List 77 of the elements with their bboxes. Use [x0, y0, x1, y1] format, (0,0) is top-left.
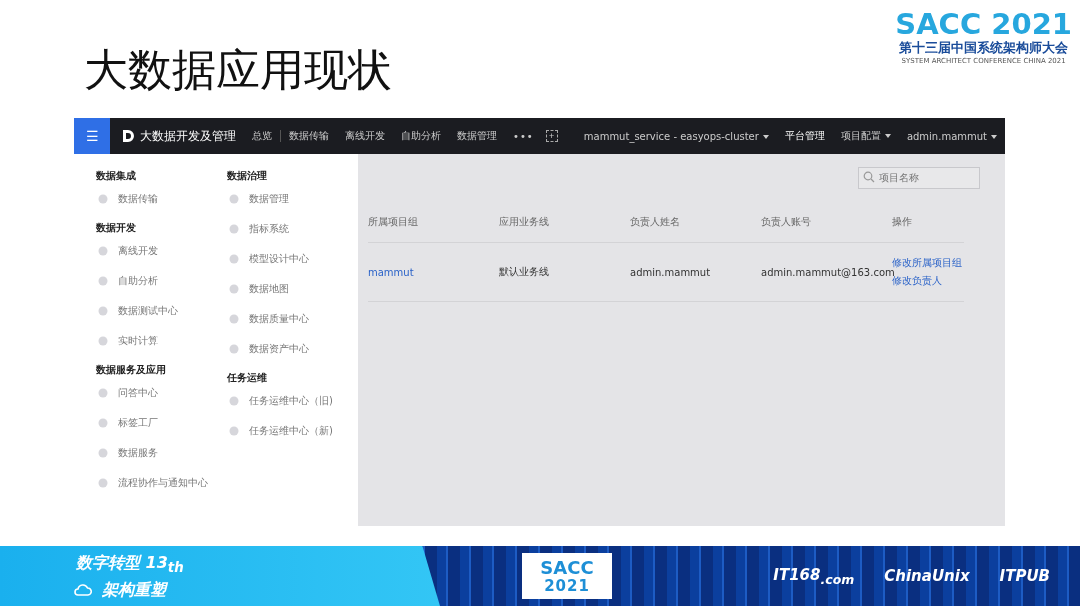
brand-name: 大数据开发及管理	[140, 127, 236, 145]
table-cell: admin.mammut	[630, 266, 711, 278]
circle-icon	[98, 478, 108, 488]
circle-icon	[98, 306, 108, 316]
menu-item[interactable]: 离线开发	[96, 236, 227, 266]
badge-name: SACC	[540, 557, 594, 578]
project-group-link[interactable]: mammut	[368, 266, 414, 278]
nav-link[interactable]: 平台管理	[776, 129, 833, 143]
menu-item[interactable]: 模型设计中心	[227, 244, 358, 274]
menu-group-title: 数据治理	[227, 169, 268, 183]
column-header: 操作	[892, 215, 913, 229]
circle-icon	[98, 246, 108, 256]
menu-item[interactable]: 数据传输	[96, 184, 227, 214]
circle-icon	[98, 418, 108, 428]
sponsor-logo-text: ITPUB	[999, 567, 1050, 585]
caret-icon	[762, 134, 769, 139]
menu-group-title: 任务运维	[227, 371, 268, 385]
circle-icon	[229, 254, 239, 264]
menu-item[interactable]: 标签工厂	[96, 408, 227, 438]
brand-logo-icon	[120, 128, 136, 144]
menu-item[interactable]: 数据服务	[96, 438, 227, 468]
slide-title: 大数据应用现状	[84, 43, 392, 97]
circle-icon	[98, 448, 108, 458]
menu-button[interactable]: ☰	[74, 118, 110, 154]
circle-icon	[98, 194, 108, 204]
table-cell: admin.mammut@163.com	[761, 266, 895, 278]
menu-item[interactable]: 实时计算	[96, 326, 227, 356]
search-field[interactable]: 项目名称	[858, 166, 980, 189]
menu-item[interactable]: 流程协作与通知中心	[96, 468, 227, 498]
menu-item[interactable]: 问答中心	[96, 378, 227, 408]
menu-group-title: 数据服务及应用	[96, 363, 167, 377]
table-cell: 默认业务线	[499, 266, 549, 277]
menu-group-title: 数据开发	[96, 221, 137, 235]
circle-icon	[229, 224, 239, 234]
circle-icon	[229, 426, 239, 436]
sponsor-logo-text: ChinaUnix	[884, 567, 970, 585]
circle-icon	[229, 194, 239, 204]
menu-item[interactable]: 数据测试中心	[96, 296, 227, 326]
menu-group-title: 数据集成	[96, 169, 137, 183]
cloud-icon	[74, 583, 92, 598]
nav-tab[interactable]: 离线开发	[337, 129, 393, 143]
nav-tab[interactable]: 数据传输	[281, 129, 337, 143]
action-link[interactable]: 修改所属项目组	[892, 256, 964, 270]
add-button[interactable]: +	[545, 130, 558, 142]
nav-dropdown[interactable]: 项目配置	[832, 129, 899, 143]
column-header: 应用业务线	[499, 215, 550, 229]
nav-dropdown[interactable]: admin.mammut	[898, 130, 1005, 142]
menu-item[interactable]: 任务运维中心（旧)	[227, 386, 358, 416]
menu-item[interactable]: 数据质量中心	[227, 304, 358, 334]
circle-icon	[98, 388, 108, 398]
conference-subtitle: 第十三届中国系统架构师大会	[899, 40, 1069, 56]
badge-year: 2021	[544, 577, 590, 595]
circle-icon	[229, 344, 239, 354]
cluster-dropdown[interactable]: mammut_service - easyops-cluster	[575, 130, 777, 142]
column-header: 所属项目组	[368, 215, 419, 229]
menu-item[interactable]: 数据资产中心	[227, 334, 358, 364]
sponsor-logo-text: IT168$_{.com}$	[773, 565, 855, 587]
circle-icon	[229, 284, 239, 294]
circle-icon	[229, 396, 239, 406]
slogan-text: 数字转型 13$_{th}$	[76, 552, 185, 578]
column-header: 负责人账号	[761, 215, 812, 229]
menu-item[interactable]: 数据地图	[227, 274, 358, 304]
slogan-text: 架构重塑	[102, 579, 166, 602]
action-link[interactable]: 修改负责人	[892, 274, 964, 288]
circle-icon	[98, 336, 108, 346]
circle-icon	[229, 314, 239, 324]
menu-item[interactable]: 指标系统	[227, 214, 358, 244]
nav-tab[interactable]: 自助分析	[393, 129, 449, 143]
menu-item[interactable]: 数据管理	[227, 184, 358, 214]
more-button[interactable]: •••	[505, 130, 542, 142]
circle-icon	[98, 276, 108, 286]
column-header: 负责人姓名	[630, 215, 681, 229]
menu-item[interactable]: 任务运维中心（新)	[227, 416, 358, 446]
conference-logo-text: SACC 2021	[895, 8, 1072, 40]
nav-tab[interactable]: 数据管理	[449, 129, 505, 143]
menu-item[interactable]: 自助分析	[96, 266, 227, 296]
nav-tab[interactable]: 总览	[244, 129, 280, 143]
